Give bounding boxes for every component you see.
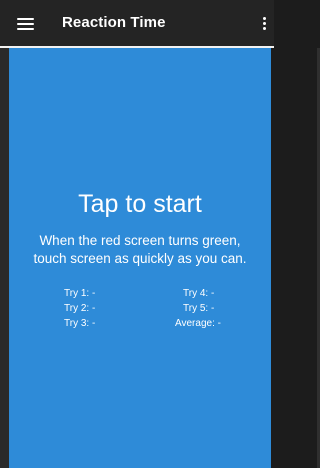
app-bar: Reaction Time: [0, 0, 274, 46]
tap-to-start-heading: Tap to start: [78, 190, 202, 218]
dot: [263, 22, 266, 25]
menu-line: [17, 28, 34, 30]
try-4-result: Try 4: -: [183, 288, 215, 299]
try-5-result: Try 5: -: [183, 303, 215, 314]
reaction-tap-area[interactable]: Tap to start When the red screen turns g…: [9, 48, 271, 468]
left-edge: [0, 48, 9, 468]
try-3-result: Try 3: -: [64, 318, 96, 329]
menu-line: [17, 18, 34, 20]
average-result: Average: -: [175, 318, 221, 329]
try-1-result: Try 1: -: [64, 288, 96, 299]
app-title: Reaction Time: [62, 14, 166, 31]
hamburger-menu-icon[interactable]: [14, 14, 38, 32]
try-2-result: Try 2: -: [64, 303, 96, 314]
instructions-text: When the red screen turns green, touch s…: [9, 232, 271, 268]
instructions-line-2: touch screen as quickly as you can.: [33, 251, 247, 266]
more-vert-icon[interactable]: [256, 14, 272, 34]
instructions-line-1: When the red screen turns green,: [39, 233, 241, 248]
dot: [263, 27, 266, 30]
dot: [263, 17, 266, 20]
menu-line: [17, 23, 34, 25]
